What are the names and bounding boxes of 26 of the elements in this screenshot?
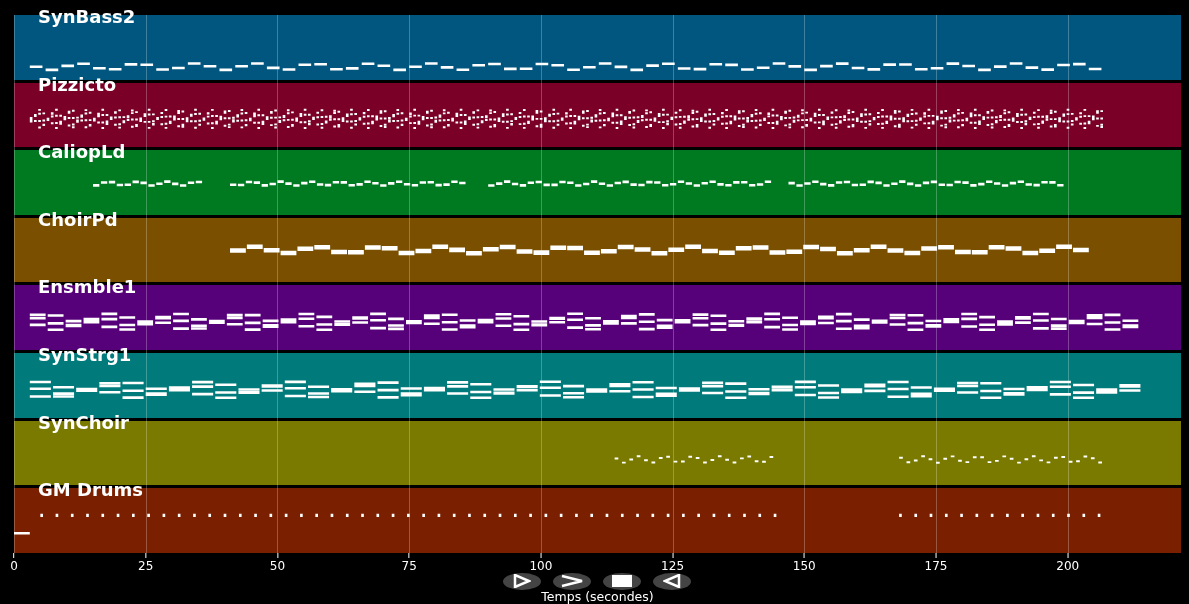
tick-label: 175 [924, 559, 948, 572]
tick-label: 200 [1056, 559, 1080, 572]
track-name: GM Drums [38, 480, 144, 501]
track-name: CaliopLd [38, 142, 126, 163]
track-name: SynStrg1 [38, 344, 132, 365]
play-icon [513, 574, 531, 589]
tick-label: 125 [661, 559, 684, 572]
tick-label: 50 [269, 559, 286, 572]
chevron-right-icon [561, 574, 583, 589]
tick-label: 25 [138, 559, 154, 572]
stop-button[interactable] [603, 572, 641, 590]
track-name: SynBass2 [38, 7, 136, 27]
forward-button[interactable] [553, 572, 591, 590]
rewind-button[interactable] [653, 572, 691, 590]
tick-label: 0 [10, 559, 18, 572]
tick-label: 100 [529, 559, 553, 572]
track-name: Ensmble1 [38, 277, 137, 298]
track-name: Pizzicto [38, 74, 117, 95]
play-back-icon [663, 574, 681, 589]
tick-label: 150 [792, 559, 816, 572]
axis-title: Temps (secondes) [541, 589, 654, 604]
stop-icon [612, 575, 632, 588]
track-name: SynChoir [38, 412, 129, 433]
track-name: ChoirPd [38, 209, 118, 230]
tick-label: 75 [401, 559, 417, 572]
play-button[interactable] [503, 572, 541, 590]
